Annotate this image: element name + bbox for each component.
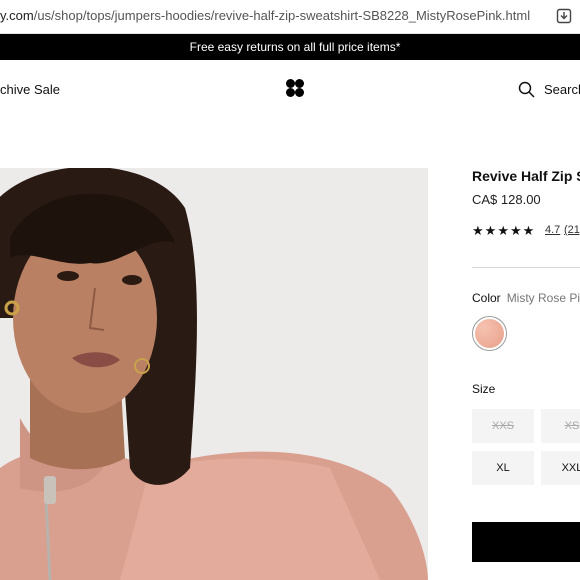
product-price: CA$ 128.00 <box>472 192 541 207</box>
star-icon: ★ <box>484 223 497 238</box>
star-rating: ★ ★ ★ ★ ★ <box>472 224 535 237</box>
brand-logo-icon[interactable] <box>285 78 305 98</box>
model-photo <box>0 168 428 580</box>
browser-url-bar[interactable]: y.com/us/shop/tops/jumpers-hoodies/reviv… <box>0 0 580 34</box>
search-icon <box>518 81 535 98</box>
color-label: Color <box>472 291 501 305</box>
color-swatch-misty-rose[interactable] <box>472 316 507 351</box>
rating-value-link[interactable]: 4.7 <box>545 224 560 236</box>
url-text[interactable]: y.com/us/shop/tops/jumpers-hoodies/reviv… <box>0 8 530 23</box>
color-value: Misty Rose Pi <box>506 291 580 305</box>
nav-archive-sale-link[interactable]: chive Sale <box>0 82 60 97</box>
product-image[interactable] <box>0 168 428 580</box>
star-partial-icon: ★ <box>522 223 535 238</box>
download-icon[interactable] <box>556 8 572 24</box>
promo-text: Free easy returns on all full price item… <box>189 40 401 54</box>
star-icon: ★ <box>509 223 522 238</box>
size-option-xxl[interactable]: XXL <box>541 451 580 485</box>
divider <box>472 267 580 268</box>
star-icon: ★ <box>497 223 509 238</box>
url-path: /us/shop/tops/jumpers-hoodies/revive-hal… <box>33 8 531 23</box>
swatch-fill <box>475 319 504 348</box>
search-label: Search <box>544 81 580 97</box>
add-to-bag-button[interactable] <box>472 522 580 562</box>
search-button[interactable]: Search <box>518 79 580 99</box>
size-option-xxs[interactable]: XXS <box>472 409 534 443</box>
star-icon: ★ <box>472 223 484 238</box>
size-option-xs[interactable]: XS <box>541 409 580 443</box>
url-host: y.com <box>0 8 34 23</box>
size-label: Size <box>472 382 496 396</box>
product-title: Revive Half Zip Sw <box>472 168 580 184</box>
site-header: chive Sale Search <box>0 60 580 118</box>
size-option-xl[interactable]: XL <box>472 451 534 485</box>
color-row: Color Misty Rose Pi <box>472 291 580 305</box>
promo-banner[interactable]: Free easy returns on all full price item… <box>0 34 580 60</box>
review-count-link[interactable]: (21) <box>564 224 580 236</box>
